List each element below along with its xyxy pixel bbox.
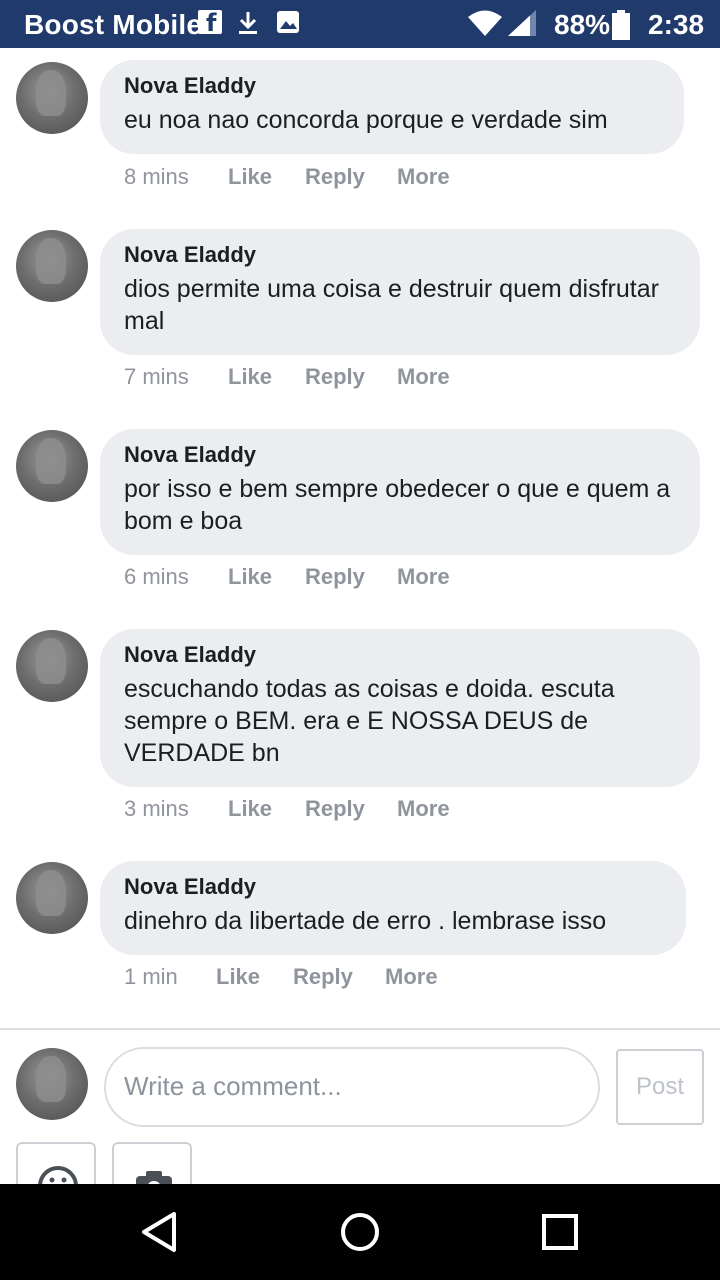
comment-bubble[interactable]: Nova Eladdy dios permite uma coisa e des…	[100, 229, 700, 355]
post-button[interactable]: Post	[616, 1049, 704, 1125]
like-button[interactable]: Like	[216, 964, 260, 990]
avatar[interactable]	[16, 62, 88, 134]
current-user-avatar	[16, 1048, 88, 1120]
comment-text: por isso e bem sempre obedecer o que e q…	[124, 475, 671, 535]
avatar[interactable]	[16, 630, 88, 702]
comment-author[interactable]: Nova Eladdy	[124, 441, 676, 469]
more-button[interactable]: More	[385, 964, 438, 990]
comment-bubble[interactable]: Nova Eladdy por isso e bem sempre obedec…	[100, 429, 700, 555]
composer-divider	[0, 1028, 720, 1030]
comment-bubble[interactable]: Nova Eladdy eu noa nao concorda porque e…	[100, 60, 684, 154]
download-icon	[239, 12, 257, 34]
comment-bubble[interactable]: Nova Eladdy dinehro da libertade de erro…	[100, 861, 686, 955]
battery-icon	[612, 10, 630, 40]
status-bar: Boost Mobile 88% 2:38	[0, 0, 720, 48]
comment-bubble[interactable]: Nova Eladdy escuchando todas as coisas e…	[100, 629, 700, 787]
comment-text: dios permite uma coisa e destruir quem d…	[124, 275, 659, 335]
comment-time[interactable]: 1 min	[124, 964, 178, 990]
avatar[interactable]	[16, 430, 88, 502]
reply-button[interactable]: Reply	[305, 796, 365, 822]
battery-level: 88%	[554, 9, 611, 40]
back-icon[interactable]	[138, 1210, 182, 1254]
avatar[interactable]	[16, 862, 88, 934]
more-button[interactable]: More	[397, 796, 450, 822]
reply-button[interactable]: Reply	[293, 964, 353, 990]
reply-button[interactable]: Reply	[305, 564, 365, 590]
comment-text: dinehro da libertade de erro . lembrase …	[124, 907, 607, 935]
comment-author[interactable]: Nova Eladdy	[124, 641, 676, 669]
like-button[interactable]: Like	[228, 364, 272, 390]
clock: 2:38	[648, 9, 705, 40]
reply-button[interactable]: Reply	[305, 364, 365, 390]
wifi-icon	[468, 10, 502, 36]
like-button[interactable]: Like	[228, 164, 272, 190]
navigation-bar	[0, 1184, 720, 1280]
comment-text: eu noa nao concorda porque e verdade sim	[124, 106, 608, 134]
like-button[interactable]: Like	[228, 564, 272, 590]
more-button[interactable]: More	[397, 564, 450, 590]
reply-button[interactable]: Reply	[305, 164, 365, 190]
like-button[interactable]: Like	[228, 796, 272, 822]
comment-author[interactable]: Nova Eladdy	[124, 241, 676, 269]
facebook-icon	[198, 9, 222, 37]
comment-input[interactable]: Write a comment...	[104, 1047, 600, 1127]
comment-time[interactable]: 6 mins	[124, 564, 189, 590]
recent-apps-icon[interactable]	[538, 1210, 582, 1254]
more-button[interactable]: More	[397, 164, 450, 190]
carrier-name: Boost Mobile	[24, 9, 203, 40]
avatar[interactable]	[16, 230, 88, 302]
comment-author[interactable]: Nova Eladdy	[124, 72, 660, 100]
comment-time[interactable]: 3 mins	[124, 796, 189, 822]
comment-time[interactable]: 7 mins	[124, 364, 189, 390]
signal-icon	[508, 10, 536, 36]
comment-author[interactable]: Nova Eladdy	[124, 873, 662, 901]
more-button[interactable]: More	[397, 364, 450, 390]
image-icon	[277, 11, 299, 33]
comment-time[interactable]: 8 mins	[124, 164, 189, 190]
home-icon[interactable]	[338, 1210, 382, 1254]
comment-text: escuchando todas as coisas e doida. escu…	[124, 675, 615, 767]
